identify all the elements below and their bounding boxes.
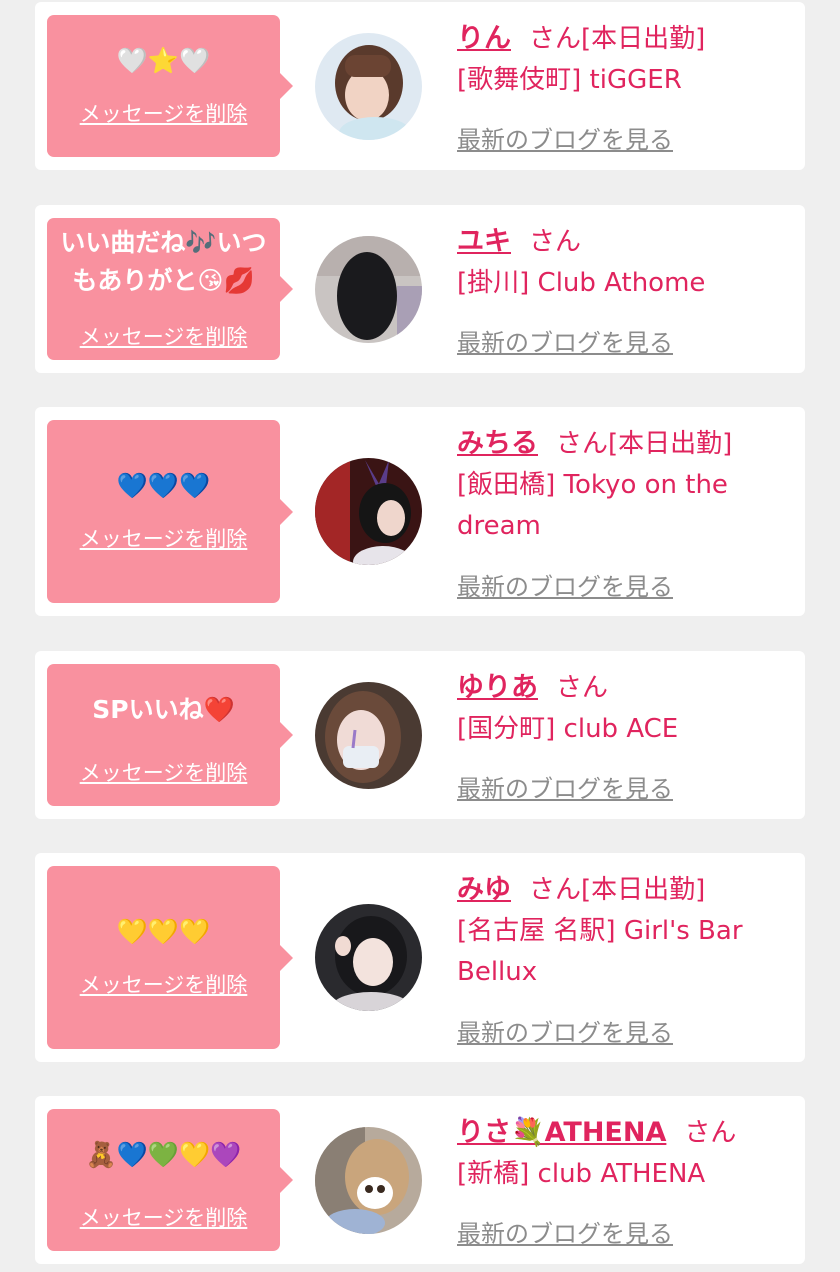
cast-avatar[interactable] <box>315 904 422 1011</box>
delete-message-link[interactable]: メッセージを削除 <box>47 324 280 350</box>
shop-name: [掛川] Club Athome <box>457 268 706 298</box>
cast-photo-icon <box>315 682 422 789</box>
delete-message-link[interactable]: メッセージを削除 <box>47 760 280 786</box>
delete-message-link[interactable]: メッセージを削除 <box>47 526 280 552</box>
shop-name: [歌舞伎町] tiGGER <box>457 65 682 95</box>
cast-name-link[interactable]: みちる <box>457 428 538 459</box>
cast-info: みちる さん[本日出勤] [飯田橋] Tokyo on the dream 最新の… <box>457 421 793 611</box>
cast-name-link[interactable]: りん <box>457 23 511 54</box>
name-line: みちる さん[本日出勤] <box>457 421 732 461</box>
message-card: SPいいね❤️ メッセージを削除 ゆりあ さん [国分町] club ACE 最新… <box>35 651 805 819</box>
message-bubble: 💛💛💛 メッセージを削除 <box>47 866 293 1049</box>
message-bubble: 🤍⭐🤍 メッセージを削除 <box>47 15 293 157</box>
cast-name-link[interactable]: みゆ <box>457 874 511 905</box>
message-text: 🧸💙💚💛💜 <box>85 1140 242 1169</box>
latest-blog-link[interactable]: 最新のブログを見る <box>457 120 673 155</box>
message-bubble: SPいいね❤️ メッセージを削除 <box>47 664 293 806</box>
message-bubble: いい曲だね🎶いつもありがと😘💋 メッセージを削除 <box>47 218 293 360</box>
name-line: りさ💐ATHENA さん <box>457 1110 736 1150</box>
cast-status: さん[本日出勤] <box>529 24 706 54</box>
cast-status: さん <box>529 227 582 257</box>
cast-info: りん さん[本日出勤] [歌舞伎町] tiGGER 最新のブログを見る <box>457 16 793 166</box>
cast-photo-icon <box>315 1127 422 1234</box>
shop-name: [新橋] club ATHENA <box>457 1159 706 1189</box>
latest-blog-link[interactable]: 最新のブログを見る <box>457 1214 673 1249</box>
cast-status: さん[本日出勤] <box>529 875 706 905</box>
message-card: 🧸💙💚💛💜 メッセージを削除 りさ💐ATHENA さん [新橋] club ATH… <box>35 1096 805 1264</box>
name-line: ユキ さん <box>457 219 581 259</box>
message-list: 🤍⭐🤍 メッセージを削除 りん さん[本日出勤] [歌舞伎町] tiGGER 最新… <box>0 0 840 1272</box>
latest-blog-link[interactable]: 最新のブログを見る <box>457 323 673 358</box>
cast-status: さん[本日出勤] <box>556 429 733 459</box>
message-text: SPいいね❤️ <box>92 695 235 724</box>
cast-name-link[interactable]: ユキ <box>457 226 511 257</box>
delete-message-link[interactable]: メッセージを削除 <box>47 101 280 127</box>
latest-blog-link[interactable]: 最新のブログを見る <box>457 1013 673 1048</box>
name-line: りん さん[本日出勤] <box>457 16 705 56</box>
message-card: 💛💛💛 メッセージを削除 みゆ さん[本日出勤] [名古屋 名駅] Girl's … <box>35 853 805 1062</box>
latest-blog-link[interactable]: 最新のブログを見る <box>457 769 673 804</box>
cast-avatar[interactable] <box>315 682 422 789</box>
cast-photo-icon <box>315 236 422 343</box>
cast-avatar[interactable] <box>315 458 422 565</box>
cast-info: ゆりあ さん [国分町] club ACE 最新のブログを見る <box>457 665 793 815</box>
cast-info: みゆ さん[本日出勤] [名古屋 名駅] Girl's Bar Bellux 最新… <box>457 867 793 1057</box>
shop-name: [飯田橋] Tokyo on the dream <box>457 470 728 541</box>
latest-blog-link[interactable]: 最新のブログを見る <box>457 567 673 602</box>
cast-info: ユキ さん [掛川] Club Athome 最新のブログを見る <box>457 219 793 369</box>
name-line: みゆ さん[本日出勤] <box>457 867 705 907</box>
delete-message-link[interactable]: メッセージを削除 <box>47 1205 280 1231</box>
cast-photo-icon <box>315 458 422 565</box>
shop-name: [国分町] club ACE <box>457 714 679 744</box>
cast-photo-icon <box>315 33 422 140</box>
cast-avatar[interactable] <box>315 33 422 140</box>
message-card: 💙💙💙 メッセージを削除 みちる さん[本日出勤] [飯田橋] Tokyo on … <box>35 407 805 616</box>
message-text: 🤍⭐🤍 <box>116 46 211 75</box>
message-text: 💙💙💙 <box>116 471 211 500</box>
delete-message-link[interactable]: メッセージを削除 <box>47 972 280 998</box>
message-text: いい曲だね🎶いつもありがと😘💋 <box>60 228 267 295</box>
message-bubble: 🧸💙💚💛💜 メッセージを削除 <box>47 1109 293 1251</box>
message-bubble: 💙💙💙 メッセージを削除 <box>47 420 293 603</box>
message-card: 🤍⭐🤍 メッセージを削除 りん さん[本日出勤] [歌舞伎町] tiGGER 最新… <box>35 2 805 170</box>
cast-info: りさ💐ATHENA さん [新橋] club ATHENA 最新のブログを見る <box>457 1110 793 1260</box>
cast-avatar[interactable] <box>315 1127 422 1234</box>
cast-status: さん <box>556 673 609 703</box>
shop-name: [名古屋 名駅] Girl's Bar Bellux <box>457 916 743 987</box>
cast-name-link[interactable]: りさ💐ATHENA <box>457 1117 666 1148</box>
name-line: ゆりあ さん <box>457 665 608 705</box>
cast-name-link[interactable]: ゆりあ <box>457 672 538 703</box>
message-text: 💛💛💛 <box>116 917 211 946</box>
message-card: いい曲だね🎶いつもありがと😘💋 メッセージを削除 ユキ さん [掛川] Club … <box>35 205 805 373</box>
cast-avatar[interactable] <box>315 236 422 343</box>
cast-photo-icon <box>315 904 422 1011</box>
cast-status: さん <box>684 1118 737 1148</box>
